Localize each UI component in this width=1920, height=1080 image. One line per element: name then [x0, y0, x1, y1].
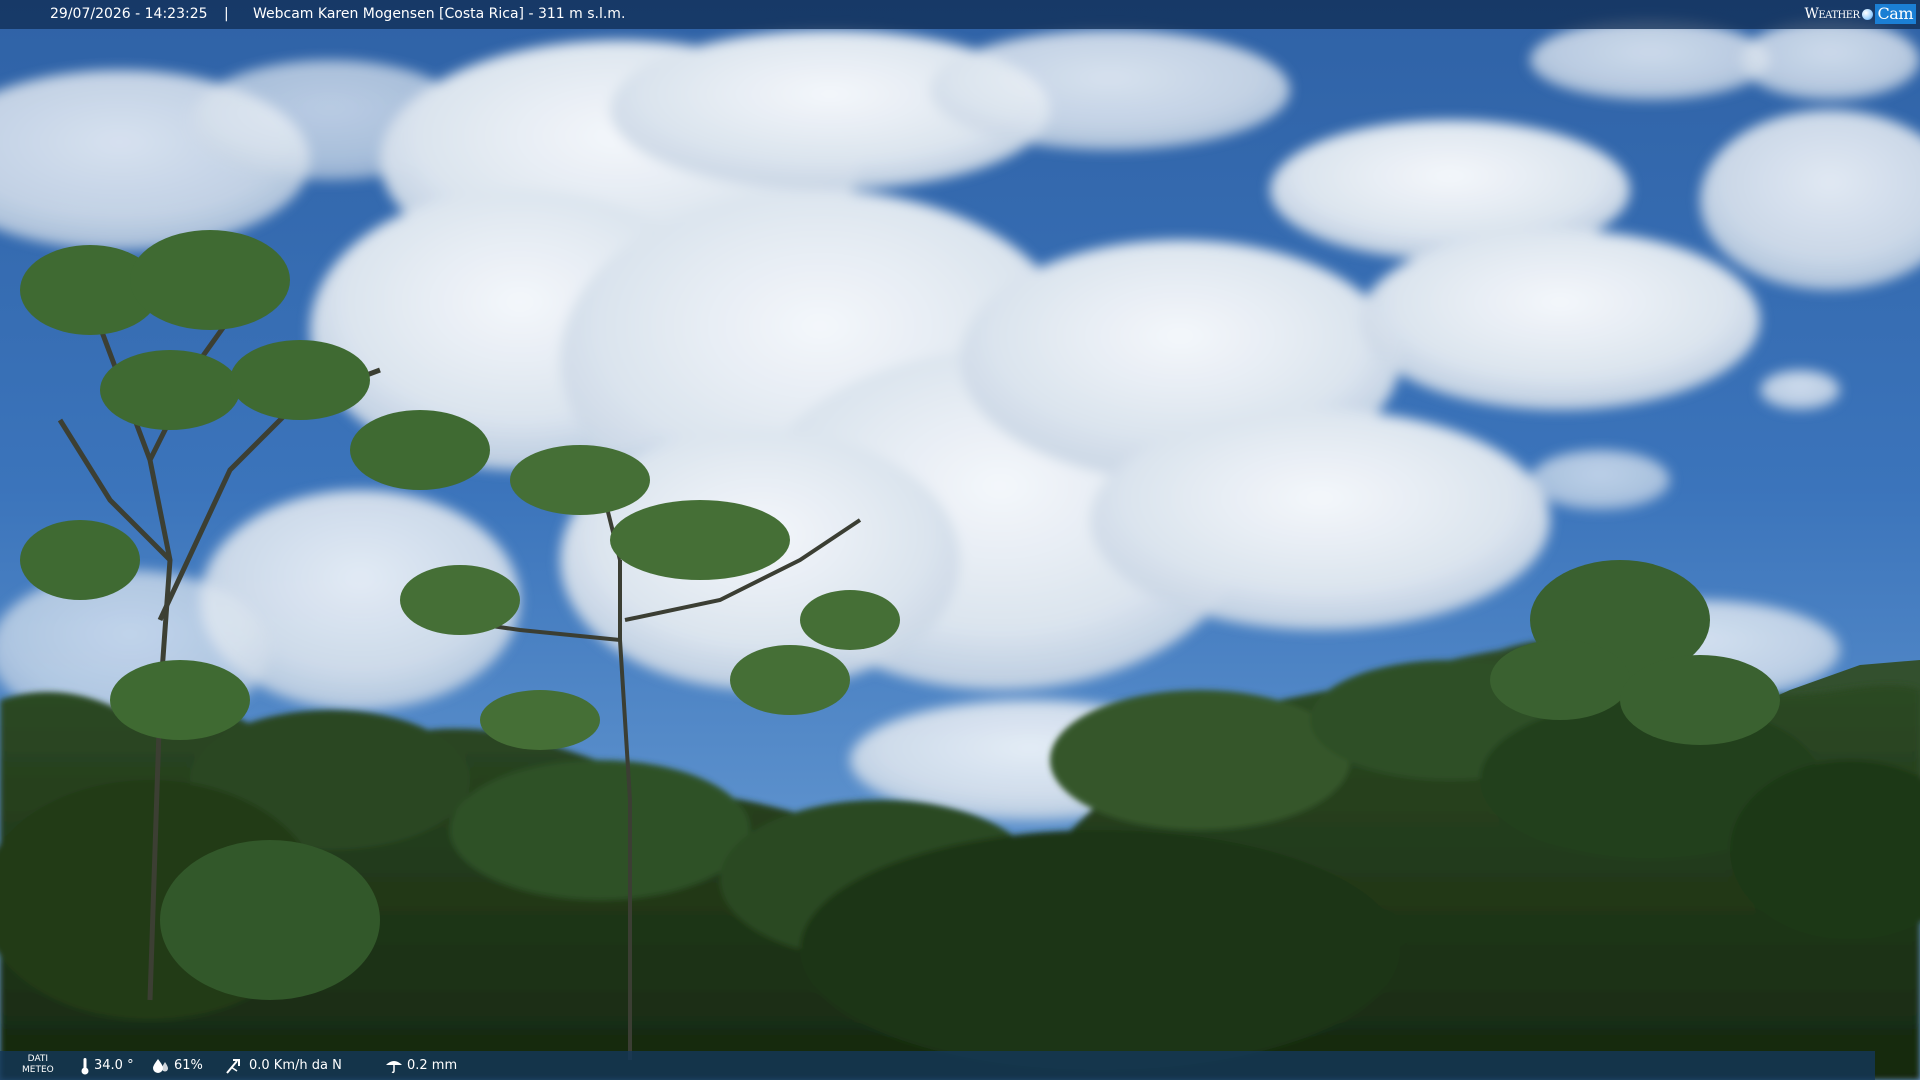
- humidity-drop-icon: [153, 1058, 168, 1073]
- rain-value: 0.2 mm: [407, 1058, 458, 1073]
- logo-text-weather: Weather: [1804, 5, 1860, 22]
- separator: |: [224, 6, 229, 22]
- top-info-bar: 29/07/2026 - 14:23:25 | Webcam Karen Mog…: [0, 0, 1920, 29]
- rain-icon: [386, 1060, 402, 1073]
- temperature-readout: 34.0 °: [80, 1051, 134, 1080]
- webcam-image: [0, 0, 1920, 1080]
- humidity-value: 61%: [174, 1058, 203, 1073]
- rain-readout: 0.2 mm: [385, 1051, 457, 1080]
- weathercam-logo: Weather Cam: [1804, 3, 1916, 25]
- meteo-label-line2: METEO: [22, 1065, 54, 1075]
- humidity-readout: 61%: [152, 1051, 203, 1080]
- globe-icon: [1861, 8, 1873, 20]
- wind-readout: 0.0 Km/h da N: [225, 1051, 342, 1080]
- webcam-frame: 29/07/2026 - 14:23:25 | Webcam Karen Mog…: [0, 0, 1920, 1080]
- meteo-label-line1: DATI: [27, 1054, 49, 1064]
- timestamp: 29/07/2026 - 14:23:25: [50, 6, 208, 22]
- wind-value: 0.0 Km/h da N: [249, 1058, 342, 1073]
- temperature-value: 34.0 °: [94, 1058, 134, 1073]
- meteo-bar: DATI METEO 34.0 ° 61% 0.0 Km/h da N 0.2 …: [0, 1051, 1875, 1080]
- wind-icon: [226, 1058, 240, 1074]
- webcam-title: Webcam Karen Mogensen [Costa Rica] - 311…: [253, 6, 626, 22]
- thermometer-icon: [81, 1057, 89, 1074]
- meteo-label: DATI METEO: [22, 1054, 54, 1076]
- logo-text-cam: Cam: [1874, 4, 1916, 24]
